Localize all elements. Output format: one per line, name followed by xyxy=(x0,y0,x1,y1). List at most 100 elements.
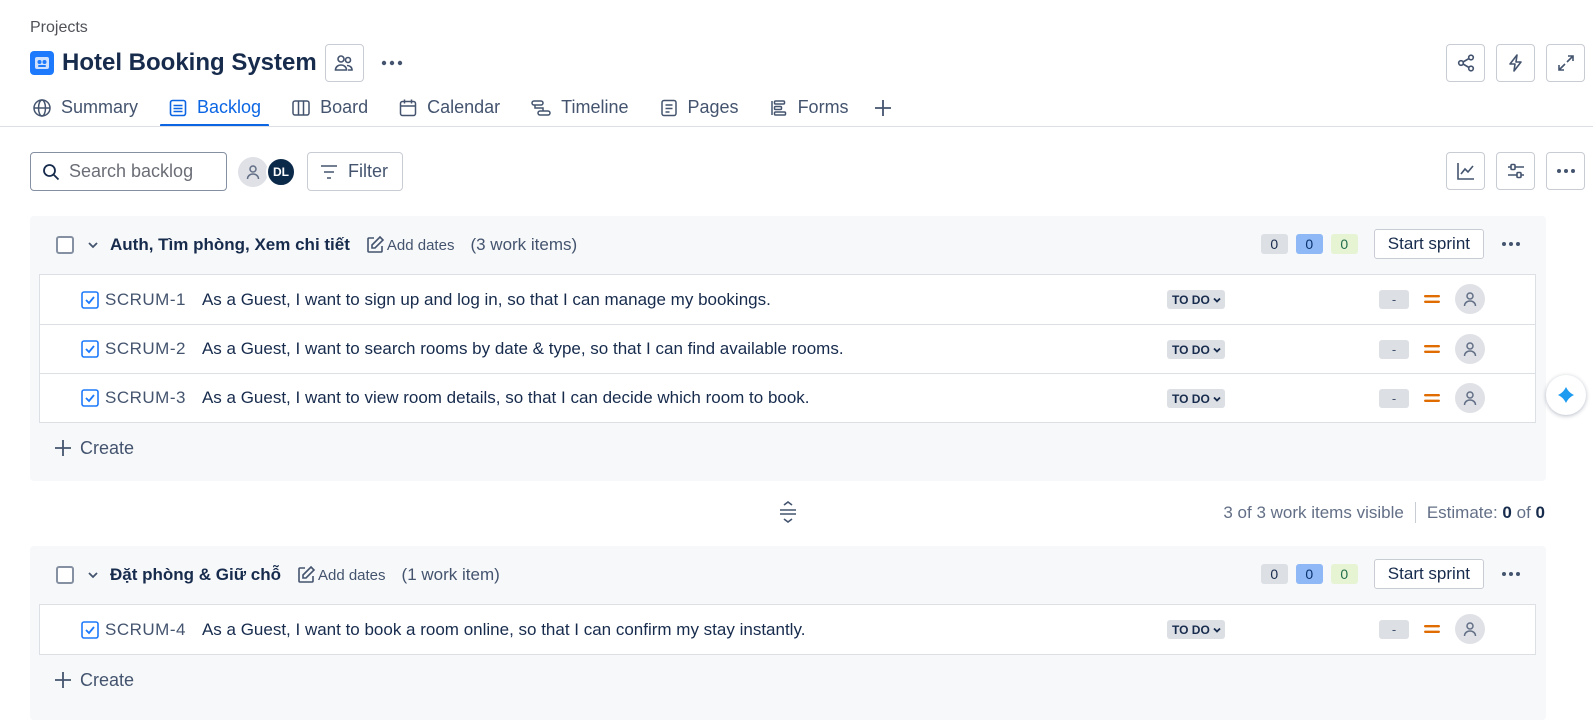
tab-timeline[interactable]: Timeline xyxy=(528,92,630,123)
sprint-checkbox[interactable] xyxy=(56,566,74,584)
chevron-down-icon xyxy=(1212,345,1222,355)
chevron-down-icon[interactable] xyxy=(86,238,100,252)
add-tab-button[interactable] xyxy=(873,92,893,123)
chevron-down-icon xyxy=(1212,295,1222,305)
add-dates-button[interactable]: Add dates xyxy=(296,565,386,585)
filter-button[interactable]: Filter xyxy=(307,152,403,191)
issue-key[interactable]: SCRUM-4 xyxy=(105,620,186,640)
share-button[interactable] xyxy=(1446,44,1485,82)
issue-list: SCRUM-4 As a Guest, I want to book a roo… xyxy=(39,604,1536,655)
plus-icon xyxy=(873,98,893,118)
tab-board[interactable]: Board xyxy=(289,92,370,123)
assignee-avatar[interactable] xyxy=(1455,334,1485,364)
person-icon xyxy=(1462,291,1478,307)
person-icon xyxy=(1462,390,1478,406)
issue-row[interactable]: SCRUM-2 As a Guest, I want to search roo… xyxy=(40,324,1535,373)
tab-label: Calendar xyxy=(427,97,501,117)
add-dates-label: Add dates xyxy=(317,566,386,584)
priority-medium-icon xyxy=(1423,291,1441,307)
sprint-more-button[interactable] xyxy=(1498,561,1524,587)
status-dropdown[interactable]: TO DO xyxy=(1167,620,1225,639)
chevron-down-icon[interactable] xyxy=(86,568,100,582)
start-sprint-button[interactable]: Start sprint xyxy=(1373,229,1484,259)
search-box[interactable] xyxy=(30,152,227,191)
forms-icon xyxy=(769,98,789,118)
more-horizontal-icon xyxy=(1501,571,1521,577)
team-button[interactable] xyxy=(324,44,364,82)
issue-row[interactable]: SCRUM-4 As a Guest, I want to book a roo… xyxy=(40,605,1535,654)
assignee-avatar[interactable] xyxy=(1455,383,1485,413)
status-dropdown[interactable]: TO DO xyxy=(1167,389,1225,408)
edit-icon xyxy=(365,235,385,255)
add-dates-button[interactable]: Add dates xyxy=(365,235,454,255)
fullscreen-button[interactable] xyxy=(1546,44,1585,82)
more-horizontal-icon xyxy=(381,60,403,66)
issue-key[interactable]: SCRUM-1 xyxy=(105,290,186,310)
tab-summary[interactable]: Summary xyxy=(30,92,140,123)
unassigned-avatar[interactable] xyxy=(238,156,268,187)
status-count-todo: 0 xyxy=(1260,234,1288,254)
tab-forms[interactable]: Forms xyxy=(767,92,851,123)
rovo-chat-button[interactable] xyxy=(1546,375,1586,415)
create-label: Create xyxy=(80,669,135,690)
insights-button[interactable] xyxy=(1446,152,1485,190)
estimate-label: Estimate: xyxy=(1426,502,1498,522)
plus-icon xyxy=(54,671,72,689)
breadcrumb[interactable]: Projects xyxy=(30,19,88,37)
sprint-more-button[interactable] xyxy=(1498,231,1524,257)
work-item-count: (1 work item) xyxy=(401,565,500,584)
people-icon xyxy=(333,52,355,74)
sprint-checkbox[interactable] xyxy=(56,236,74,254)
assignee-avatar[interactable] xyxy=(1455,614,1485,644)
view-settings-button[interactable] xyxy=(1496,152,1535,190)
status-count-done: 0 xyxy=(1330,564,1358,584)
share-icon xyxy=(1456,53,1476,73)
create-issue-button[interactable]: Create xyxy=(30,655,1546,705)
person-icon xyxy=(1462,341,1478,357)
issue-summary[interactable]: As a Guest, I want to book a room online… xyxy=(202,620,805,640)
sprint-name[interactable]: Auth, Tìm phòng, Xem chi tiết xyxy=(110,235,350,255)
issue-key[interactable]: SCRUM-3 xyxy=(105,388,186,408)
issue-key[interactable]: SCRUM-2 xyxy=(105,339,186,359)
issue-row[interactable]: SCRUM-1 As a Guest, I want to sign up an… xyxy=(40,275,1535,324)
tab-backlog[interactable]: Backlog xyxy=(160,92,270,127)
work-item-count: (3 work items) xyxy=(470,235,578,254)
backlog-more-button[interactable] xyxy=(1546,152,1585,190)
story-points[interactable]: - xyxy=(1379,290,1409,309)
tab-calendar[interactable]: Calendar xyxy=(396,92,502,123)
story-points[interactable]: - xyxy=(1379,389,1409,408)
create-issue-button[interactable]: Create xyxy=(30,423,1546,473)
issue-summary[interactable]: As a Guest, I want to view room details,… xyxy=(202,388,810,408)
chart-icon xyxy=(1456,161,1476,181)
visible-count: 3 of 3 work items visible xyxy=(1223,502,1404,522)
lightning-icon xyxy=(1506,53,1526,73)
sliders-icon xyxy=(1506,161,1526,181)
checkbox-task-icon xyxy=(81,620,99,639)
more-actions-button[interactable] xyxy=(373,44,411,82)
more-horizontal-icon xyxy=(1501,241,1521,247)
priority-medium-icon xyxy=(1423,390,1441,406)
issue-row[interactable]: SCRUM-3 As a Guest, I want to view room … xyxy=(40,373,1535,422)
status-dropdown[interactable]: TO DO xyxy=(1167,340,1225,359)
status-dropdown[interactable]: TO DO xyxy=(1167,290,1225,309)
assignee-avatar[interactable] xyxy=(1455,284,1485,314)
sprint-name[interactable]: Đặt phòng & Giữ chỗ xyxy=(110,565,281,585)
search-icon xyxy=(42,163,60,181)
story-points[interactable]: - xyxy=(1379,620,1409,639)
tab-label: Summary xyxy=(61,97,139,117)
tab-label: Backlog xyxy=(197,97,262,117)
automation-button[interactable] xyxy=(1496,44,1535,82)
edit-icon xyxy=(296,565,316,585)
issue-summary[interactable]: As a Guest, I want to sign up and log in… xyxy=(202,290,771,310)
expand-icon xyxy=(1556,53,1576,73)
story-points[interactable]: - xyxy=(1379,340,1409,359)
issue-summary[interactable]: As a Guest, I want to search rooms by da… xyxy=(202,339,844,359)
search-input[interactable] xyxy=(69,161,219,182)
plus-icon xyxy=(54,439,72,457)
estimate-total: 0 xyxy=(1535,502,1545,522)
start-sprint-button[interactable]: Start sprint xyxy=(1373,559,1484,589)
resize-handle-icon[interactable] xyxy=(778,501,798,523)
user-avatar-dl[interactable]: DL xyxy=(266,156,296,187)
project-avatar-icon[interactable] xyxy=(30,51,54,75)
tab-pages[interactable]: Pages xyxy=(657,92,741,123)
